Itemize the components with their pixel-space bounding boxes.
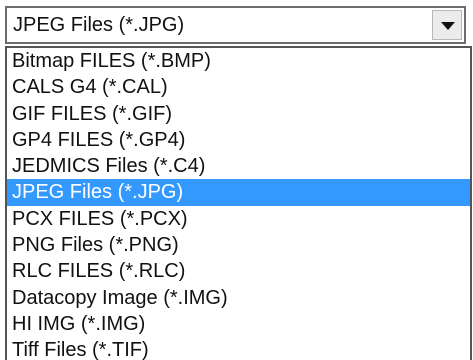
file-type-combobox[interactable]: JPEG Files (*.JPG) bbox=[5, 6, 466, 44]
file-type-selector: JPEG Files (*.JPG) Bitmap FILES (*.BMP) … bbox=[0, 0, 473, 360]
list-item[interactable]: JEDMICS Files (*.C4) bbox=[7, 153, 470, 179]
list-item[interactable]: CALS G4 (*.CAL) bbox=[7, 74, 470, 100]
list-item[interactable]: PNG Files (*.PNG) bbox=[7, 232, 470, 258]
list-item[interactable]: Tiff Files (*.TIF) bbox=[7, 337, 470, 360]
list-item[interactable]: HI IMG (*.IMG) bbox=[7, 311, 470, 337]
list-item[interactable]: GP4 FILES (*.GP4) bbox=[7, 127, 470, 153]
chevron-down-icon bbox=[441, 22, 455, 30]
list-item[interactable]: GIF FILES (*.GIF) bbox=[7, 101, 470, 127]
combobox-selected-value: JPEG Files (*.JPG) bbox=[13, 14, 185, 36]
file-type-dropdown-list[interactable]: Bitmap FILES (*.BMP) CALS G4 (*.CAL) GIF… bbox=[5, 46, 472, 360]
list-item[interactable]: Bitmap FILES (*.BMP) bbox=[7, 48, 470, 74]
list-item-selected[interactable]: JPEG Files (*.JPG) bbox=[7, 179, 470, 206]
list-item[interactable]: Datacopy Image (*.IMG) bbox=[7, 285, 470, 311]
dropdown-button[interactable] bbox=[432, 10, 462, 40]
list-item[interactable]: RLC FILES (*.RLC) bbox=[7, 258, 470, 284]
list-item[interactable]: PCX FILES (*.PCX) bbox=[7, 206, 470, 232]
